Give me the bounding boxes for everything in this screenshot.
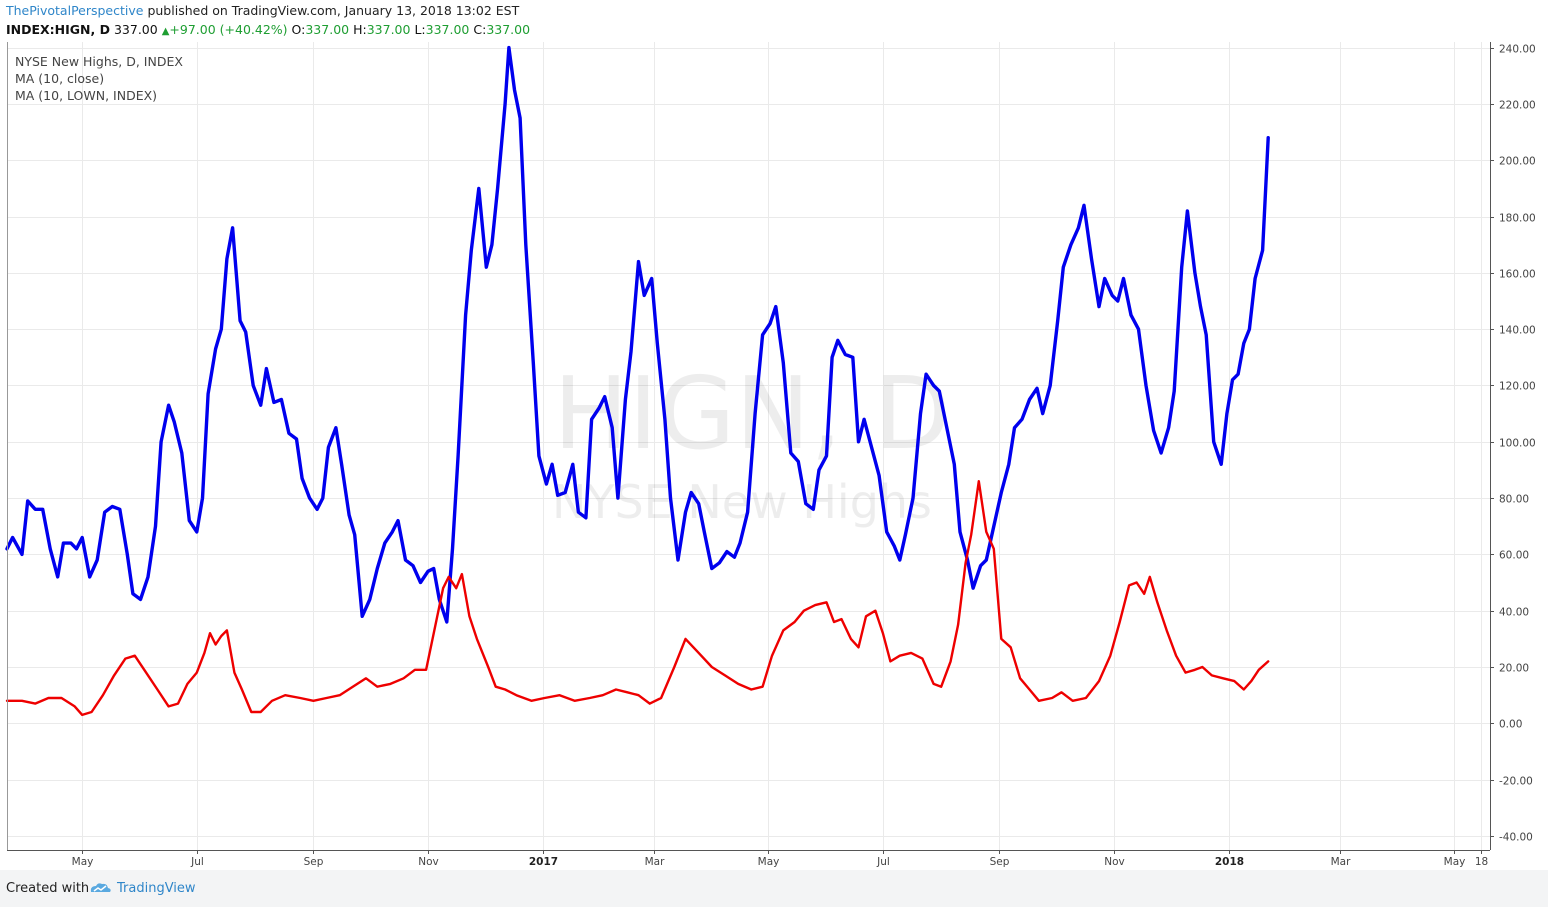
- y-tick-label: 120.00: [1499, 381, 1536, 393]
- x-tick-label: May: [758, 856, 780, 868]
- price-axis[interactable]: -40.00 -20.00 0.00 20.00 40.00 60.00 80.00 100.…: [1490, 44, 1536, 844]
- x-tick-label: Nov: [1104, 856, 1125, 868]
- y-tick-label: -40.00: [1499, 832, 1533, 844]
- tradingview-brand-link[interactable]: TradingView: [117, 881, 196, 896]
- x-tick-label: May: [72, 856, 94, 868]
- legend-ma-lown[interactable]: MA (10, LOWN, INDEX): [15, 87, 183, 104]
- x-tick-label: Mar: [1331, 856, 1351, 868]
- x-tick-label: Jul: [876, 856, 890, 868]
- y-tick-label: -20.00: [1499, 776, 1533, 788]
- x-tick-label: Jul: [190, 856, 204, 868]
- x-tick-label: Sep: [304, 856, 324, 868]
- y-tick-label: 60.00: [1499, 550, 1529, 562]
- legend-ma-close[interactable]: MA (10, close): [15, 70, 183, 87]
- tradingview-logo-icon[interactable]: [88, 880, 112, 896]
- y-tick-label: 20.00: [1499, 663, 1529, 675]
- created-with-label: Created with: [6, 881, 90, 896]
- y-tick-label: 240.00: [1499, 44, 1536, 56]
- y-tick-label: 80.00: [1499, 494, 1529, 506]
- x-tick-label: Mar: [645, 856, 665, 868]
- chart-legend: NYSE New Highs, D, INDEX MA (10, close) …: [15, 53, 183, 104]
- y-tick-label: 40.00: [1499, 607, 1529, 619]
- y-tick-label: 140.00: [1499, 325, 1536, 337]
- watermark-description: NYSE New Highs: [552, 475, 932, 529]
- x-tick-label: May: [1444, 856, 1466, 868]
- x-tick-label: Sep: [990, 856, 1010, 868]
- x-tick-label: 2017: [529, 856, 558, 868]
- y-tick-label: 160.00: [1499, 269, 1536, 281]
- legend-main-series[interactable]: NYSE New Highs, D, INDEX: [15, 53, 183, 70]
- y-tick-label: 200.00: [1499, 156, 1536, 168]
- price-chart[interactable]: HIGN, D NYSE New Highs -40.00-20.000.002…: [0, 0, 1548, 907]
- x-tick-label: Nov: [418, 856, 439, 868]
- x-tick-label: 2018: [1215, 856, 1244, 868]
- y-tick-label: 220.00: [1499, 100, 1536, 112]
- y-tick-label: 180.00: [1499, 213, 1536, 225]
- y-tick-label: 100.00: [1499, 438, 1536, 450]
- x-tick-label: 18: [1475, 856, 1488, 868]
- footer-bar: [0, 870, 1548, 907]
- y-tick-label: 0.00: [1499, 719, 1522, 731]
- time-axis[interactable]: May Jul Sep Nov 2017 Mar May Jul Sep Nov 2018 Mar Ma…: [72, 850, 1489, 868]
